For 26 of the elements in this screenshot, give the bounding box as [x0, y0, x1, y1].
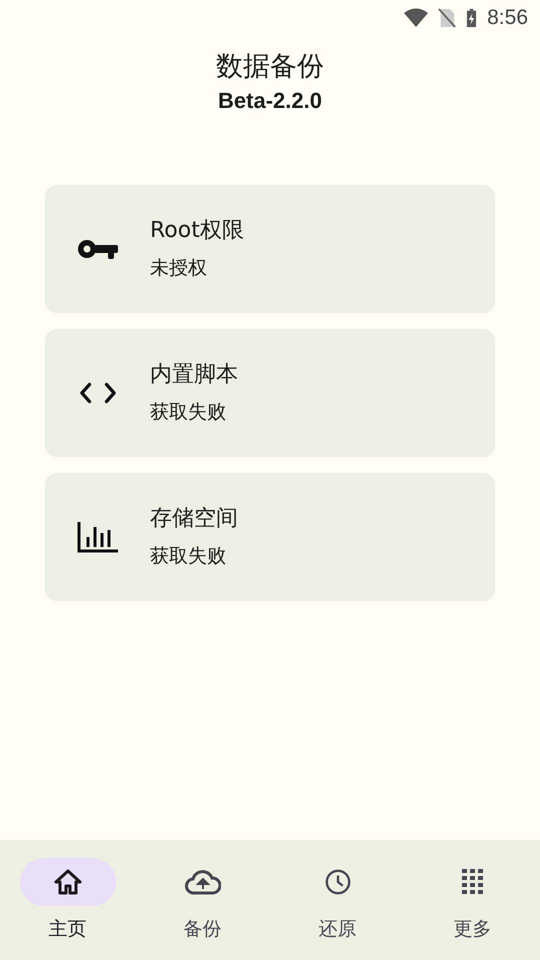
- card-title: 内置脚本: [150, 361, 238, 389]
- no-sim-icon: [438, 8, 456, 28]
- status-card[interactable]: Root权限 未授权: [45, 185, 495, 313]
- clock-icon: [324, 868, 352, 896]
- nav-tab[interactable]: 更多: [405, 840, 540, 960]
- card-status: 获取失败: [150, 544, 227, 569]
- battery-charging-icon: [466, 8, 478, 28]
- nav-tab[interactable]: 还原: [270, 840, 405, 960]
- grid-icon: [462, 869, 483, 895]
- key-icon: [78, 238, 118, 260]
- card-status: 获取失败: [150, 400, 227, 425]
- code-icon: [80, 382, 116, 404]
- version-label: Beta-2.2.0: [218, 87, 322, 115]
- wifi-icon: [404, 8, 428, 28]
- bar-chart-icon: [76, 521, 118, 553]
- cloud-upload-icon: [184, 869, 220, 895]
- card-title: Root权限: [150, 217, 244, 245]
- card-status: 未授权: [150, 256, 208, 281]
- status-card[interactable]: 存储空间 获取失败: [45, 473, 495, 601]
- clock-time: 8:56: [487, 6, 528, 30]
- app-title: 数据备份: [216, 50, 324, 84]
- nav-tab[interactable]: 备份: [135, 840, 270, 960]
- nav-tab[interactable]: 主页: [0, 840, 135, 960]
- status-card[interactable]: 内置脚本 获取失败: [45, 329, 495, 457]
- card-title: 存储空间: [150, 505, 238, 533]
- home-icon: [54, 869, 82, 895]
